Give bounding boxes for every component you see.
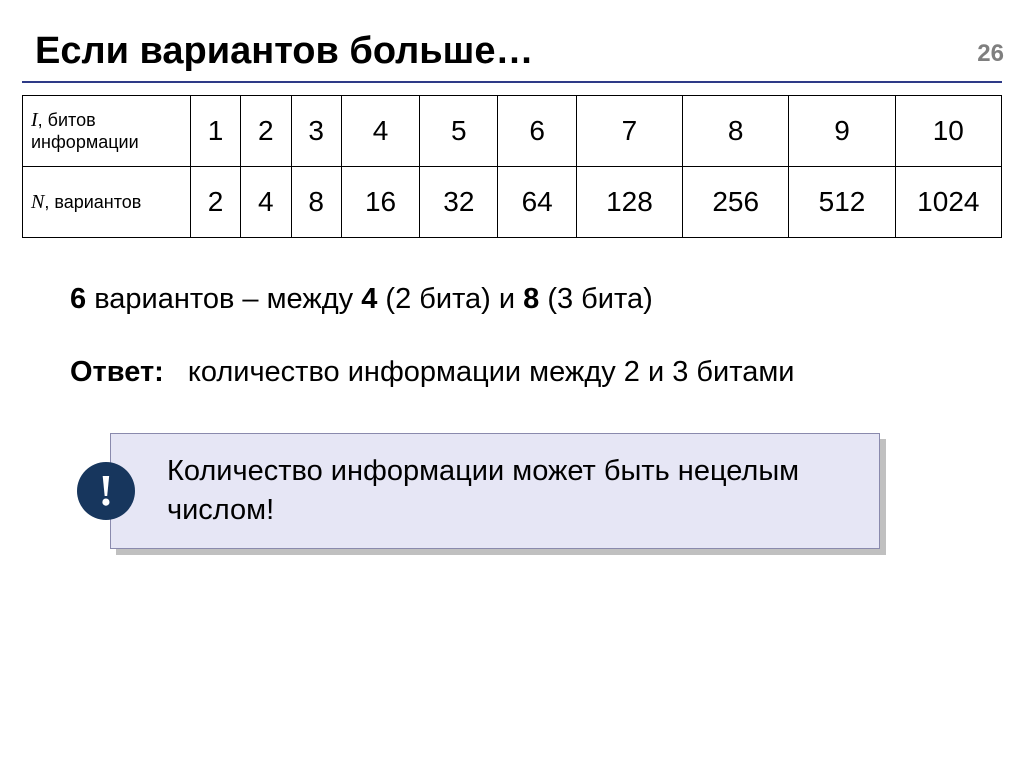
- answer-block: Ответ: количество информации между 2 и 3…: [70, 351, 954, 393]
- cell: 9: [789, 96, 895, 167]
- title-underline: [22, 81, 1002, 83]
- exclamation-icon: !: [77, 462, 135, 520]
- cell: 10: [895, 96, 1001, 167]
- cell: 8: [683, 96, 789, 167]
- slide-title: Если вариантов больше…: [35, 30, 1024, 73]
- table-row: I, битов информации 1 2 3 4 5 6 7 8 9 10: [23, 96, 1002, 167]
- cell: 64: [498, 167, 576, 238]
- cell: 3: [291, 96, 341, 167]
- cell: 512: [789, 167, 895, 238]
- row-header-variants: N, вариантов: [23, 167, 191, 238]
- cell: 32: [420, 167, 498, 238]
- cell: 2: [241, 96, 291, 167]
- cell: 4: [241, 167, 291, 238]
- page-number: 26: [977, 40, 1004, 68]
- callout: ! Количество информации может быть нецел…: [110, 433, 880, 549]
- explanation-line: 6 вариантов – между 4 (2 бита) и 8 (3 би…: [70, 280, 954, 319]
- cell: 6: [498, 96, 576, 167]
- cell: 5: [420, 96, 498, 167]
- cell: 128: [576, 167, 682, 238]
- answer-label: Ответ:: [70, 351, 164, 393]
- row-header-bits: I, битов информации: [23, 96, 191, 167]
- info-table: I, битов информации 1 2 3 4 5 6 7 8 9 10…: [22, 95, 1002, 238]
- cell: 256: [683, 167, 789, 238]
- cell: 1024: [895, 167, 1001, 238]
- callout-box: ! Количество информации может быть нецел…: [110, 433, 880, 549]
- answer-text: количество информации между 2 и 3 битами: [188, 351, 954, 393]
- cell: 7: [576, 96, 682, 167]
- cell: 8: [291, 167, 341, 238]
- cell: 4: [341, 96, 419, 167]
- table-row: N, вариантов 2 4 8 16 32 64 128 256 512 …: [23, 167, 1002, 238]
- cell: 1: [190, 96, 240, 167]
- cell: 16: [341, 167, 419, 238]
- cell: 2: [190, 167, 240, 238]
- callout-text: Количество информации может быть нецелым…: [167, 455, 799, 526]
